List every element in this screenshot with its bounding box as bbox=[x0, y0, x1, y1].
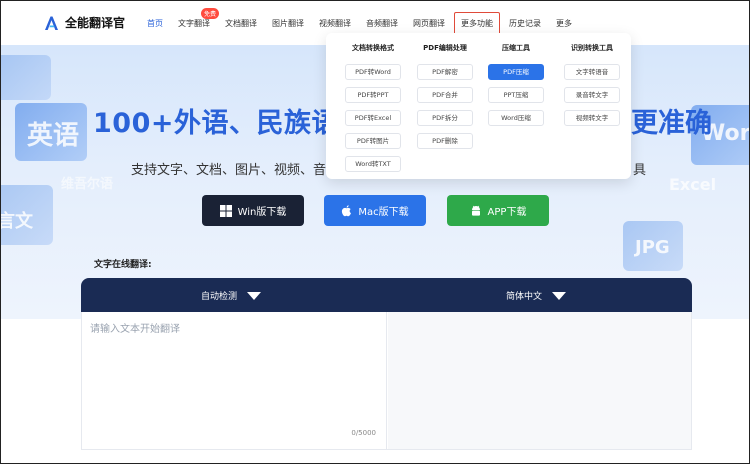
win-download-button[interactable]: Win版下载 bbox=[202, 195, 304, 226]
nav-item-image-translate[interactable]: 图片翻译 bbox=[272, 18, 304, 29]
apple-icon bbox=[342, 204, 352, 216]
target-language-label: 简体中文 bbox=[506, 292, 543, 302]
logo-icon bbox=[45, 16, 58, 30]
nav-item-audio-translate[interactable]: 音频翻译 bbox=[366, 18, 398, 29]
menu-item-pdf-to-image[interactable]: PDF转图片 bbox=[345, 133, 401, 149]
deco-word-wenyan: 言文 bbox=[1, 211, 33, 232]
deco-word-jpg: JPG bbox=[635, 237, 670, 258]
source-pane: 0/5000 bbox=[82, 312, 387, 449]
dropdown-column: 识别转换工具 文字转语音 录音转文字 视频转文字 bbox=[558, 43, 626, 133]
hero-subtitle: 支持文字、文档、图片、视频、音频 bbox=[131, 163, 340, 178]
menu-item-video-to-text[interactable]: 视频转文字 bbox=[564, 110, 620, 126]
nav-item-more[interactable]: 更多 bbox=[556, 18, 572, 29]
win-download-label: Win版下载 bbox=[237, 207, 287, 218]
nav-label: 视频翻译 bbox=[319, 18, 351, 28]
deco-word-excel: Excel bbox=[669, 175, 717, 194]
nav-item-web-translate[interactable]: 网页翻译 bbox=[413, 18, 445, 29]
nav-item-video-translate[interactable]: 视频翻译 bbox=[319, 18, 351, 29]
menu-item-pdf-delete[interactable]: PDF删除 bbox=[417, 133, 473, 149]
nav-item-doc-translate[interactable]: 文档翻译 bbox=[225, 18, 257, 29]
dropdown-column: 文档转换格式 PDF转Word PDF转PPT PDF转Excel PDF转图片… bbox=[339, 43, 407, 179]
nav-label: 文档翻译 bbox=[225, 18, 257, 28]
chevron-down-icon bbox=[552, 291, 567, 300]
menu-item-pdf-compress[interactable]: PDF压缩 bbox=[488, 64, 544, 80]
source-language-label: 自动检测 bbox=[201, 292, 238, 302]
menu-item-pdf-to-ppt[interactable]: PDF转PPT bbox=[345, 87, 401, 103]
dropdown-column-title: 文档转换格式 bbox=[352, 44, 394, 52]
menu-item-pdf-split[interactable]: PDF拆分 bbox=[417, 110, 473, 126]
menu-item-audio-to-text[interactable]: 录音转文字 bbox=[564, 87, 620, 103]
logo[interactable]: 全能翻译官 bbox=[43, 14, 125, 31]
nav-item-home[interactable]: 首页 bbox=[147, 18, 163, 29]
nav-label: 更多 bbox=[556, 18, 572, 28]
target-language-select[interactable]: 简体中文 bbox=[506, 289, 567, 302]
more-features-dropdown: 文档转换格式 PDF转Word PDF转PPT PDF转Excel PDF转图片… bbox=[326, 33, 631, 179]
source-text-input[interactable] bbox=[90, 320, 380, 420]
result-pane bbox=[388, 312, 691, 449]
dropdown-column: 压缩工具 PDF压缩 PPT压缩 Word压缩 bbox=[482, 43, 550, 133]
dropdown-column-title: 识别转换工具 bbox=[571, 44, 613, 52]
menu-item-pdf-decrypt[interactable]: PDF解密 bbox=[417, 64, 473, 80]
mac-download-label: Mac版下载 bbox=[358, 207, 409, 218]
dropdown-column-title: 压缩工具 bbox=[502, 44, 530, 52]
free-badge: 免费 bbox=[201, 7, 220, 19]
section-label: 文字在线翻译: bbox=[94, 260, 152, 270]
chevron-down-icon bbox=[247, 291, 262, 300]
hero-title-tail: 更准确 bbox=[631, 108, 712, 139]
deco-card bbox=[1, 55, 51, 100]
deco-word-uyghur: 维吾尔语 bbox=[61, 177, 114, 192]
nav-label: 网页翻译 bbox=[413, 18, 445, 28]
hero-subtitle-tail: 具 bbox=[633, 163, 647, 178]
hero-title: 100+外语、民族语 bbox=[93, 108, 339, 139]
nav-label: 文字翻译 bbox=[178, 18, 210, 28]
nav-item-history[interactable]: 历史记录 bbox=[509, 18, 541, 29]
nav-label: 音频翻译 bbox=[366, 18, 398, 28]
deco-word-english: 英语 bbox=[27, 121, 80, 151]
app-download-label: APP下载 bbox=[487, 207, 527, 218]
app-name: 全能翻译官 bbox=[65, 16, 126, 30]
nav-label: 历史记录 bbox=[509, 18, 541, 28]
windows-icon bbox=[219, 204, 232, 217]
menu-item-word-compress[interactable]: Word压缩 bbox=[488, 110, 544, 126]
nav-label: 更多功能 bbox=[461, 18, 493, 28]
menu-item-text-to-speech[interactable]: 文字转语音 bbox=[564, 64, 620, 80]
dropdown-column: PDF编辑处理 PDF解密 PDF合并 PDF拆分 PDF删除 bbox=[411, 43, 479, 156]
menu-item-pdf-to-word[interactable]: PDF转Word bbox=[345, 64, 401, 80]
menu-item-ppt-compress[interactable]: PPT压缩 bbox=[488, 87, 544, 103]
translator-body: 0/5000 bbox=[81, 312, 692, 450]
page-frame: 英语 言文 维吾尔语 Word Excel JPG 100+外语、民族语 更准确… bbox=[0, 0, 750, 464]
nav-item-more-features[interactable]: 更多功能 bbox=[454, 11, 500, 35]
menu-item-word-to-txt[interactable]: Word转TXT bbox=[345, 156, 401, 172]
char-counter: 0/5000 bbox=[351, 429, 376, 437]
nav-label: 首页 bbox=[147, 18, 163, 28]
app-download-button[interactable]: APP下载 bbox=[447, 195, 549, 226]
android-icon bbox=[471, 205, 480, 216]
mac-download-button[interactable]: Mac版下载 bbox=[324, 195, 426, 226]
menu-item-pdf-merge[interactable]: PDF合并 bbox=[417, 87, 473, 103]
menu-item-pdf-to-excel[interactable]: PDF转Excel bbox=[345, 110, 401, 126]
source-language-select[interactable]: 自动检测 bbox=[201, 289, 262, 302]
nav-item-text-translate[interactable]: 文字翻译 免费 bbox=[178, 7, 220, 29]
dropdown-column-title: PDF编辑处理 bbox=[423, 44, 467, 52]
translator-lang-bar: 自动检测 简体中文 bbox=[81, 278, 692, 312]
nav-label: 图片翻译 bbox=[272, 18, 304, 28]
